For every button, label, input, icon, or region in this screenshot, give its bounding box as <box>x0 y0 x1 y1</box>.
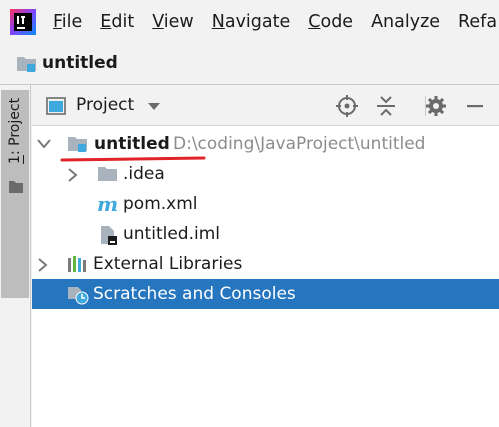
gear-icon <box>426 96 446 116</box>
hide-button[interactable] <box>464 95 486 117</box>
module-folder-icon <box>68 137 87 152</box>
root-module-path: D:\coding\JavaProject\untitled <box>173 134 426 154</box>
root-module-name: untitled <box>94 134 170 154</box>
chevron-down-icon[interactable] <box>148 103 160 111</box>
intellij-logo-icon[interactable] <box>10 9 36 35</box>
menu-refactor[interactable]: Refa <box>458 12 497 32</box>
scratches-icon <box>68 287 89 305</box>
locate-button[interactable] <box>336 95 358 117</box>
menu-items: File Edit View Navigate Code Analyze Ref… <box>53 0 499 44</box>
maven-icon: m <box>97 195 118 213</box>
tree-row-pom[interactable]: m pom.xml <box>32 189 499 219</box>
external-libraries-label: External Libraries <box>93 254 243 274</box>
minimize-icon <box>467 105 483 108</box>
iml-file-name: untitled.iml <box>123 224 220 244</box>
project-tool-tab[interactable]: 1: Project <box>1 90 29 298</box>
tree-row-root[interactable]: untitled D:\coding\JavaProject\untitled <box>32 129 499 159</box>
tree-row-external-libraries[interactable]: External Libraries <box>32 249 499 279</box>
navigation-bar: untitled <box>0 44 499 85</box>
svg-text:m: m <box>97 195 118 213</box>
libraries-icon <box>68 256 86 272</box>
folder-icon <box>9 181 23 193</box>
project-panel-header: Project <box>32 86 499 126</box>
tree-row-scratches[interactable]: Scratches and Consoles <box>32 279 499 309</box>
red-underline-annotation <box>60 156 206 162</box>
scratches-label: Scratches and Consoles <box>93 284 296 304</box>
folder-icon <box>98 167 117 181</box>
menu-file[interactable]: File <box>53 12 82 32</box>
project-panel: Project untitled D:\coding\JavaProject\u… <box>32 86 499 427</box>
project-view-icon <box>46 97 66 115</box>
chevron-down-icon[interactable] <box>37 138 51 150</box>
tool-window-stripe: 1: Project <box>0 85 31 427</box>
menu-bar: File Edit View Navigate Code Analyze Ref… <box>0 0 499 44</box>
tree-row-iml[interactable]: untitled.iml <box>32 219 499 249</box>
chevron-right-icon[interactable] <box>67 168 79 182</box>
module-file-icon <box>101 226 117 245</box>
settings-button[interactable] <box>425 95 447 117</box>
menu-analyze[interactable]: Analyze <box>371 12 440 32</box>
view-selector-label[interactable]: Project <box>76 95 134 115</box>
pom-file-name: pom.xml <box>123 194 198 214</box>
collapse-all-icon <box>377 96 395 116</box>
menu-navigate[interactable]: Navigate <box>212 12 291 32</box>
collapse-all-button[interactable] <box>375 95 397 117</box>
breadcrumb-project[interactable]: untitled <box>42 53 118 73</box>
menu-edit[interactable]: Edit <box>100 12 134 32</box>
chevron-right-icon[interactable] <box>37 258 49 272</box>
idea-folder-name: .idea <box>123 164 165 184</box>
menu-code[interactable]: Code <box>308 12 353 32</box>
menu-view[interactable]: View <box>152 12 194 32</box>
project-tool-tab-label: 1: Project <box>7 98 23 164</box>
module-folder-icon <box>17 57 36 72</box>
crosshair-icon <box>336 95 358 117</box>
